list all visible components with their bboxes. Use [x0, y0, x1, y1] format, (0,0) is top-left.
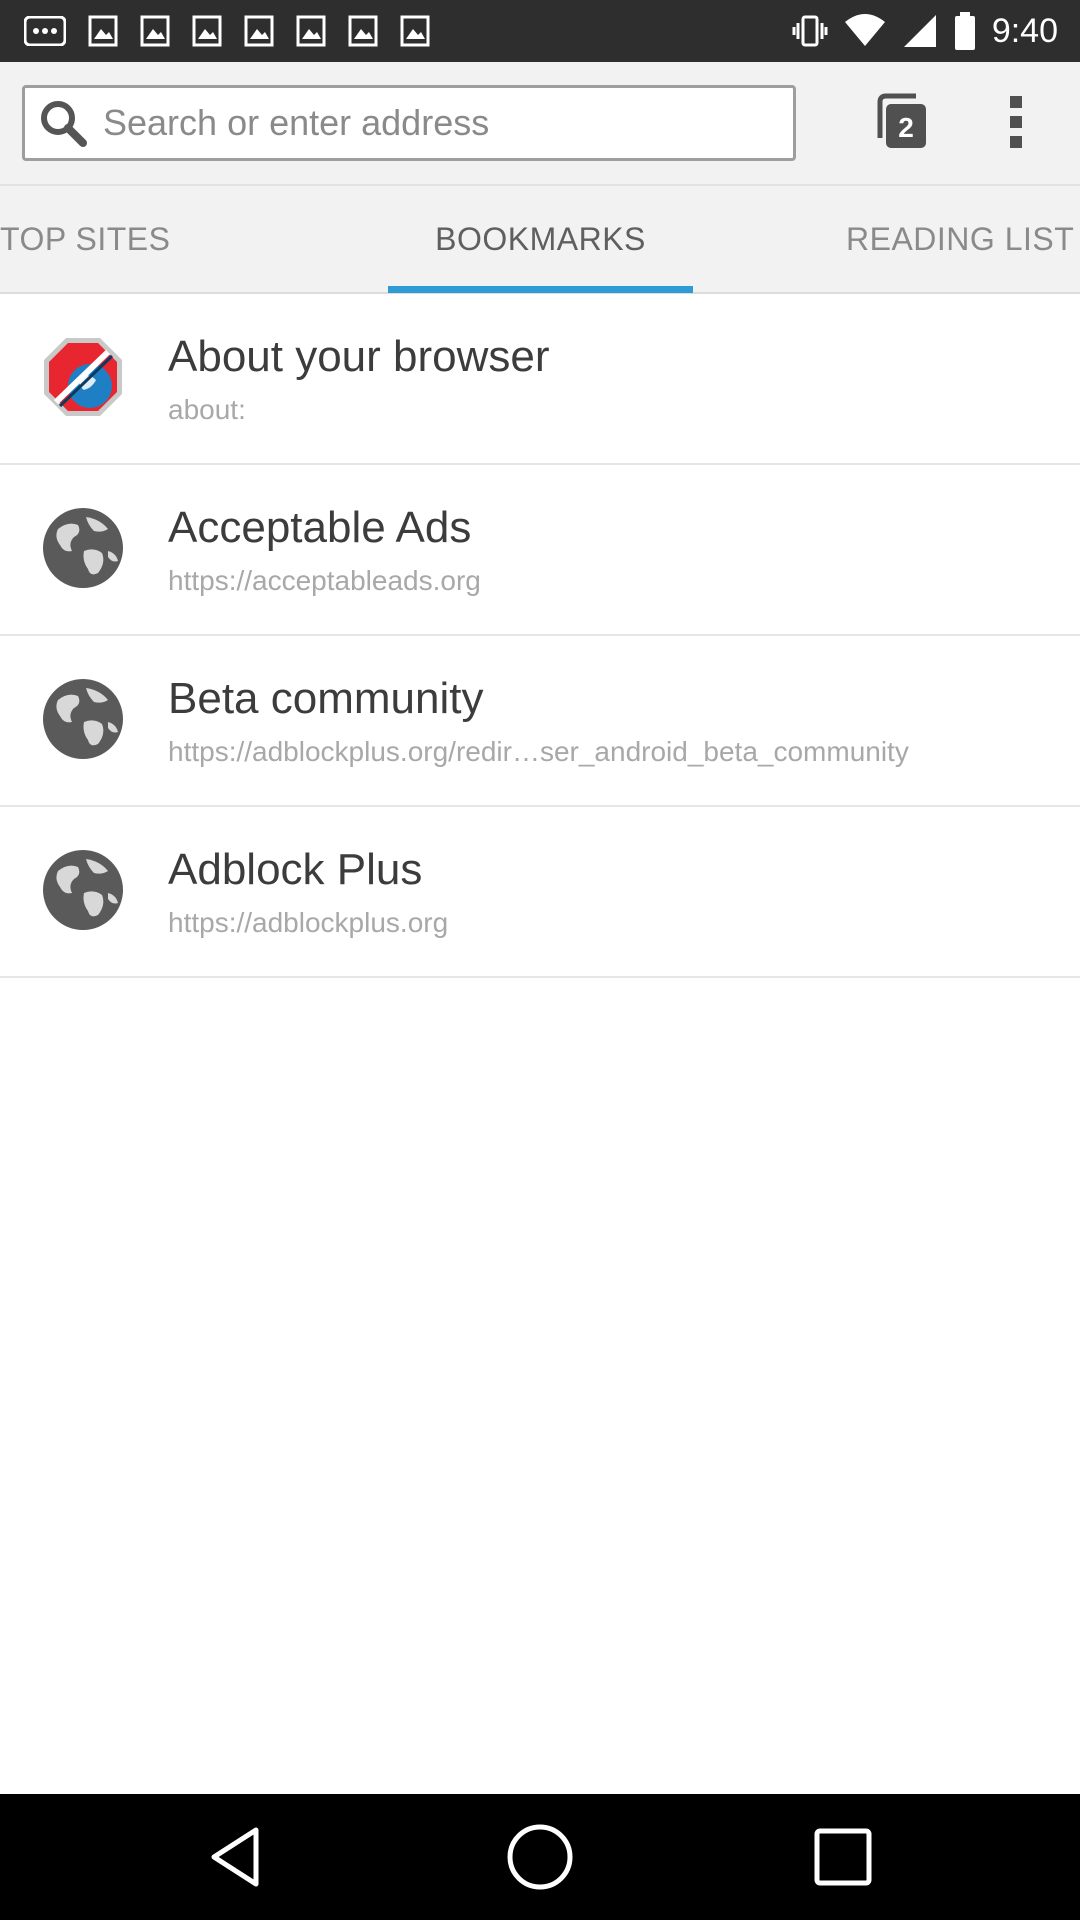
tab-top-sites[interactable]: TOP SITES — [0, 186, 176, 292]
globe-icon — [43, 679, 123, 759]
bookmark-item[interactable]: Adblock Plus https://adblockplus.org — [0, 807, 1080, 978]
browser-toolbar: 2 — [0, 62, 1080, 186]
bookmark-url: https://adblockplus.org/redir…ser_androi… — [168, 736, 909, 767]
globe-icon — [43, 508, 123, 588]
browser-logo-icon — [44, 338, 122, 416]
image-icon — [244, 15, 274, 47]
image-icon — [192, 15, 222, 47]
bookmark-title: Beta community — [168, 674, 484, 723]
bookmarks-list: About your browser about: Acceptable Ads… — [0, 294, 1080, 978]
system-icons: 9:40 — [792, 8, 1058, 54]
image-icon — [348, 15, 378, 47]
active-tab-indicator — [388, 286, 693, 293]
globe-icon — [43, 850, 123, 930]
bookmark-item[interactable]: Acceptable Ads https://acceptableads.org — [0, 465, 1080, 636]
bookmark-title: Acceptable Ads — [168, 503, 472, 552]
bookmark-url: https://adblockplus.org — [168, 907, 449, 938]
tab-reading-list[interactable]: READING LIST — [846, 186, 1080, 292]
battery-icon — [954, 12, 975, 50]
bookmark-url: about: — [168, 394, 246, 425]
bookmark-item[interactable]: Beta community https://adblockplus.org/r… — [0, 636, 1080, 807]
image-icon — [400, 15, 430, 47]
tab-bookmarks[interactable]: BOOKMARKS — [388, 186, 693, 292]
browser-screen: 9:40 2 TOP SITES BO — [0, 0, 1080, 1920]
bookmark-url: https://acceptableads.org — [168, 565, 481, 596]
address-bar[interactable] — [22, 85, 796, 161]
panel-tabs: TOP SITES BOOKMARKS READING LIST — [0, 186, 1080, 294]
search-icon — [41, 101, 87, 147]
more-icon — [24, 16, 66, 46]
recents-icon[interactable] — [808, 1822, 878, 1892]
signal-icon — [903, 15, 936, 47]
wifi-icon — [844, 14, 885, 46]
image-icon — [88, 15, 118, 47]
back-icon[interactable] — [202, 1822, 272, 1892]
navigation-bar — [0, 1794, 1080, 1920]
bookmark-title: About your browser — [168, 332, 550, 381]
bookmark-title: Adblock Plus — [168, 845, 423, 894]
clock: 9:40 — [991, 11, 1058, 50]
status-bar: 9:40 — [0, 0, 1080, 62]
image-icon — [140, 15, 170, 47]
tab-count: 2 — [898, 112, 914, 143]
bookmark-item[interactable]: About your browser about: — [0, 294, 1080, 465]
tabs-button[interactable]: 2 — [872, 92, 930, 152]
vibrate-icon — [792, 15, 828, 47]
search-input[interactable] — [101, 101, 765, 145]
home-icon[interactable] — [505, 1822, 575, 1892]
image-icon — [296, 15, 326, 47]
notification-icons — [24, 10, 430, 52]
overflow-menu-button[interactable] — [1000, 92, 1032, 152]
more-vert-icon — [1010, 96, 1022, 148]
